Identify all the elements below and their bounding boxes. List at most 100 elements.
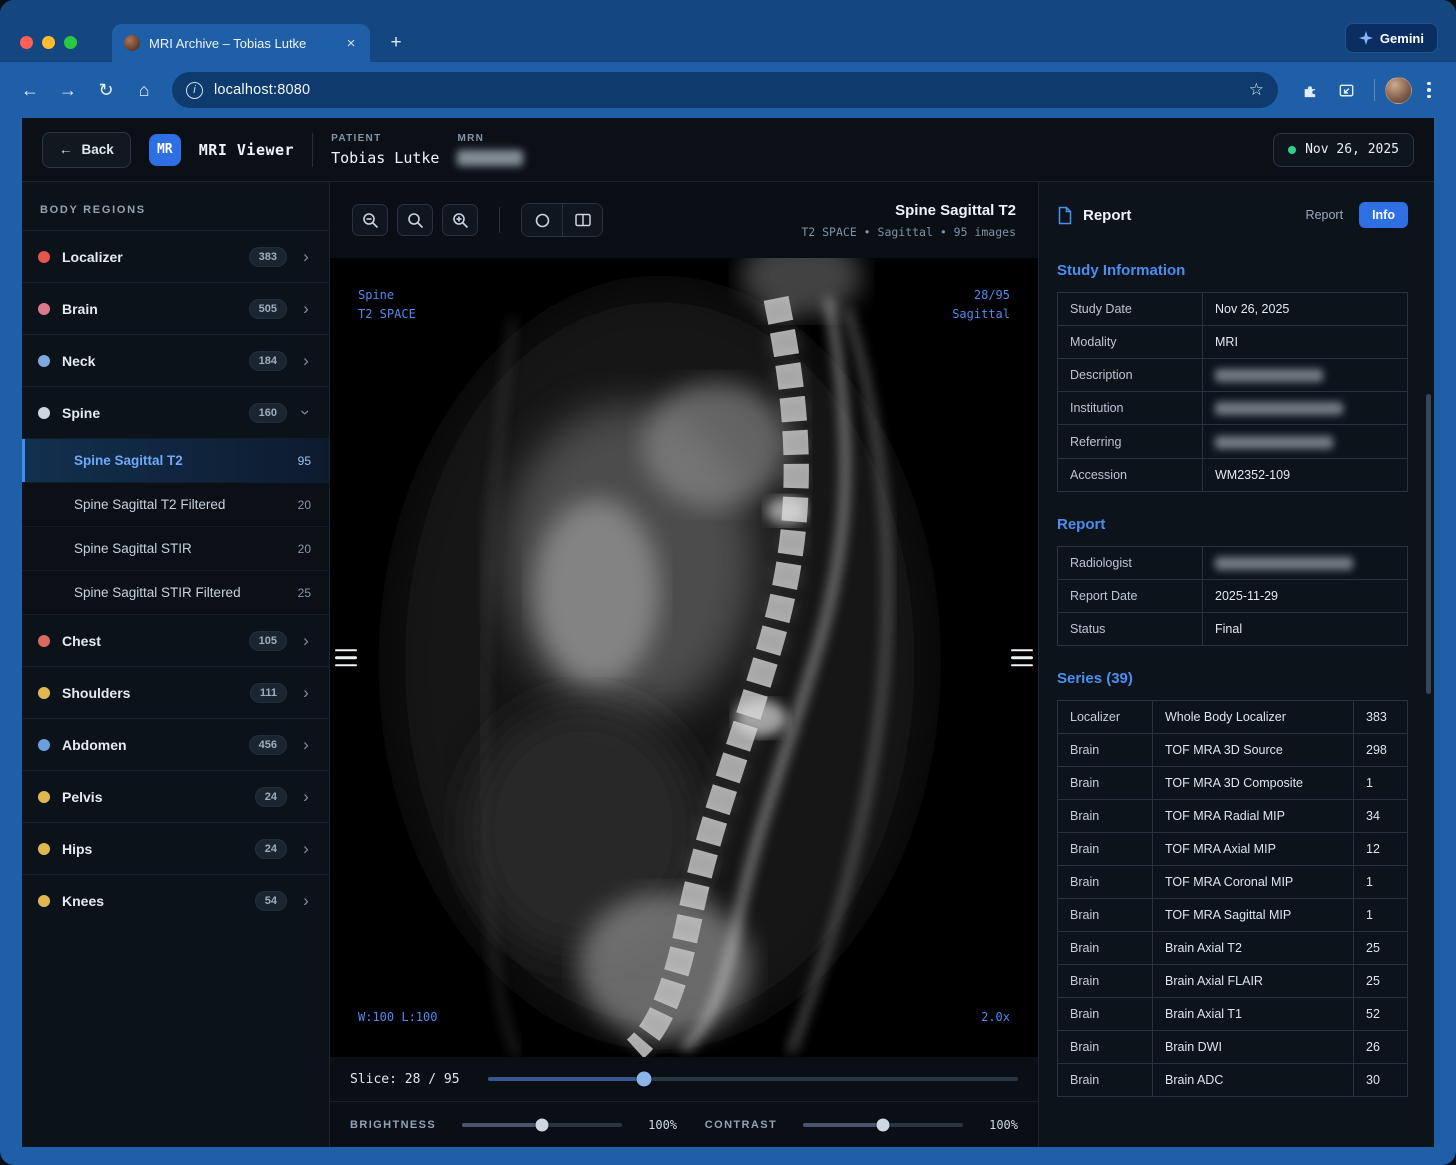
sidebar-item-spine-sagittal-stir[interactable]: Spine Sagittal STIR 20: [22, 526, 329, 570]
sidebar-item-spine-sagittal-stir-filtered[interactable]: Spine Sagittal STIR Filtered 25: [22, 570, 329, 614]
tab-info[interactable]: Info: [1359, 202, 1408, 228]
back-arrow-icon: ←: [59, 142, 73, 157]
table-row: Brain TOF MRA Sagittal MIP 1: [1058, 898, 1408, 931]
series-name: TOF MRA Axial MIP: [1153, 832, 1354, 865]
brightness-slider[interactable]: [462, 1123, 622, 1127]
tab-favicon: [124, 35, 140, 51]
sidebar-item-knees[interactable]: Knees 54 ›: [22, 874, 329, 926]
new-tab-button[interactable]: +: [382, 29, 410, 57]
split-view-button[interactable]: [562, 204, 602, 236]
close-window-button[interactable]: [20, 36, 33, 49]
sidebar-item-neck[interactable]: Neck 184 ›: [22, 334, 329, 386]
overlay-top-right: 28/95 Sagittal: [952, 286, 1010, 323]
tab-close-icon[interactable]: ×: [342, 34, 360, 52]
zoom-reset-button[interactable]: [397, 204, 433, 236]
forward-icon[interactable]: →: [50, 72, 86, 108]
extensions-icon[interactable]: [1290, 72, 1326, 108]
patient-name: Tobias Lutke: [331, 149, 439, 167]
home-icon[interactable]: ⌂: [126, 72, 162, 108]
series-name: Brain Axial T2: [1153, 931, 1354, 964]
sidebar-item-spine[interactable]: Spine 160 ›: [22, 386, 329, 438]
brightness-slider-thumb[interactable]: [536, 1118, 549, 1131]
zoom-out-button[interactable]: [352, 204, 388, 236]
series-count: 1: [1354, 766, 1408, 799]
series-table: Localizer Whole Body Localizer 383 Brain…: [1057, 700, 1408, 1097]
region-count: 24: [255, 839, 287, 859]
site-info-icon[interactable]: i: [186, 82, 203, 99]
series-region: Localizer: [1058, 700, 1153, 733]
browser-menu-icon[interactable]: [1414, 72, 1444, 108]
sidebar-item-spine-sagittal-t2-filtered[interactable]: Spine Sagittal T2 Filtered 20: [22, 482, 329, 526]
browser-navbar: ← → ↻ ⌂ i localhost:8080 ☆: [0, 62, 1456, 118]
series-name: Brain Axial FLAIR: [1153, 964, 1354, 997]
brightness-label: BRIGHTNESS: [350, 1119, 436, 1131]
toolbar-divider: [499, 207, 500, 233]
navbar-divider: [1374, 79, 1375, 101]
region-count: 160: [249, 403, 287, 423]
sidebar-item-chest[interactable]: Chest 105 ›: [22, 614, 329, 666]
region-count: 184: [249, 351, 287, 371]
row-label: Institution: [1058, 392, 1203, 425]
profile-avatar[interactable]: [1385, 77, 1412, 104]
series-count: 1: [1354, 898, 1408, 931]
table-row: Radiologist: [1058, 546, 1408, 579]
body-regions-sidebar: BODY REGIONS Localizer 383 › Brain 505 ›…: [22, 182, 330, 1147]
redacted-value: [1215, 402, 1343, 415]
back-button[interactable]: ← Back: [42, 132, 131, 168]
sidebar-item-shoulders[interactable]: Shoulders 111 ›: [22, 666, 329, 718]
table-row: Description: [1058, 359, 1408, 392]
sidebar-item-localizer[interactable]: Localizer 383 ›: [22, 230, 329, 282]
table-row: Brain Brain Axial FLAIR 25: [1058, 964, 1408, 997]
adjustments-row: BRIGHTNESS 100% CONTRAST 100%: [330, 1101, 1038, 1147]
bookmark-star-icon[interactable]: ☆: [1249, 80, 1264, 100]
series-count: 383: [1354, 700, 1408, 733]
series-count: 95: [298, 454, 311, 468]
maximize-window-button[interactable]: [64, 36, 77, 49]
traffic-lights: [20, 36, 77, 49]
report-panel: Report Report Info Study Information Stu…: [1038, 182, 1434, 1147]
series-count: 34: [1354, 799, 1408, 832]
hip-icon: [38, 843, 50, 855]
url-bar[interactable]: i localhost:8080 ☆: [172, 72, 1278, 108]
region-label: Pelvis: [62, 789, 102, 805]
sidebar-item-brain[interactable]: Brain 505 ›: [22, 282, 329, 334]
contrast-label: CONTRAST: [705, 1119, 777, 1131]
contrast-slider[interactable]: [803, 1123, 963, 1127]
contrast-slider-thumb[interactable]: [877, 1118, 890, 1131]
image-viewer: Spine Sagittal T2 T2 SPACE • Sagittal • …: [330, 182, 1038, 1147]
row-label: Study Date: [1058, 293, 1203, 326]
table-row: Localizer Whole Body Localizer 383: [1058, 700, 1408, 733]
status-dot-icon: [1288, 146, 1296, 154]
sidebar-title: BODY REGIONS: [22, 182, 329, 230]
series-region: Brain: [1058, 964, 1153, 997]
view-mode-group: [521, 203, 603, 237]
browser-tab[interactable]: MRI Archive – Tobias Lutke ×: [112, 24, 370, 62]
app-header: ← Back MR MRI Viewer PATIENT Tobias Lutk…: [22, 118, 1434, 182]
minimize-window-button[interactable]: [42, 36, 55, 49]
report-panel-tabs: Report Info: [1306, 202, 1408, 228]
back-icon[interactable]: ←: [12, 72, 48, 108]
pelvis-icon: [38, 791, 50, 803]
slice-slider-thumb[interactable]: [637, 1072, 652, 1087]
reload-icon[interactable]: ↻: [88, 72, 124, 108]
circle-tool-button[interactable]: [522, 204, 562, 236]
series-count: 52: [1354, 997, 1408, 1030]
row-value: Nov 26, 2025: [1203, 293, 1408, 326]
sidebar-item-hips[interactable]: Hips 24 ›: [22, 822, 329, 874]
table-row: Modality MRI: [1058, 326, 1408, 359]
side-panel-icon[interactable]: [1328, 72, 1364, 108]
study-date-text: Nov 26, 2025: [1305, 142, 1399, 157]
left-pane-resize-handle[interactable]: [335, 649, 357, 667]
panel-scrollbar[interactable]: [1426, 394, 1431, 694]
gemini-button[interactable]: Gemini: [1345, 23, 1438, 53]
sidebar-item-spine-sagittal-t2[interactable]: Spine Sagittal T2 95: [22, 438, 329, 482]
sidebar-item-pelvis[interactable]: Pelvis 24 ›: [22, 770, 329, 822]
report-panel-title: Report: [1083, 207, 1131, 224]
slice-slider[interactable]: [488, 1077, 1018, 1081]
table-row: Brain TOF MRA Coronal MIP 1: [1058, 865, 1408, 898]
sidebar-item-abdomen[interactable]: Abdomen 456 ›: [22, 718, 329, 770]
right-pane-resize-handle[interactable]: [1011, 649, 1033, 667]
zoom-in-button[interactable]: [442, 204, 478, 236]
mri-canvas[interactable]: Spine T2 SPACE 28/95 Sagittal W:100 L:10…: [330, 258, 1038, 1057]
tab-report[interactable]: Report: [1306, 208, 1344, 222]
